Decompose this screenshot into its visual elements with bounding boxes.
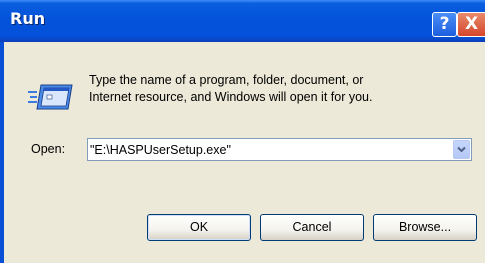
window-frame — [0, 42, 4, 263]
chevron-down-icon — [457, 146, 466, 153]
run-icon — [28, 82, 74, 112]
open-combobox[interactable] — [87, 138, 472, 161]
instructions-line-2: Internet resource, and Windows will open… — [89, 90, 373, 104]
run-dialog: Run ? X Type the name of a program, fold… — [0, 0, 485, 263]
ok-button[interactable]: OK — [147, 214, 251, 241]
title-bar[interactable]: Run ? X — [0, 0, 485, 42]
instructions-line-1: Type the name of a program, folder, docu… — [89, 73, 364, 87]
browse-button[interactable]: Browse... — [373, 214, 477, 241]
instructions-text: Type the name of a program, folder, docu… — [89, 72, 372, 106]
open-input[interactable] — [88, 139, 450, 160]
close-button[interactable]: X — [457, 12, 485, 37]
dropdown-button[interactable] — [453, 140, 470, 159]
help-button[interactable]: ? — [432, 12, 457, 37]
window-title: Run — [10, 9, 46, 28]
open-label: Open: — [31, 142, 66, 156]
cancel-button[interactable]: Cancel — [260, 214, 364, 241]
